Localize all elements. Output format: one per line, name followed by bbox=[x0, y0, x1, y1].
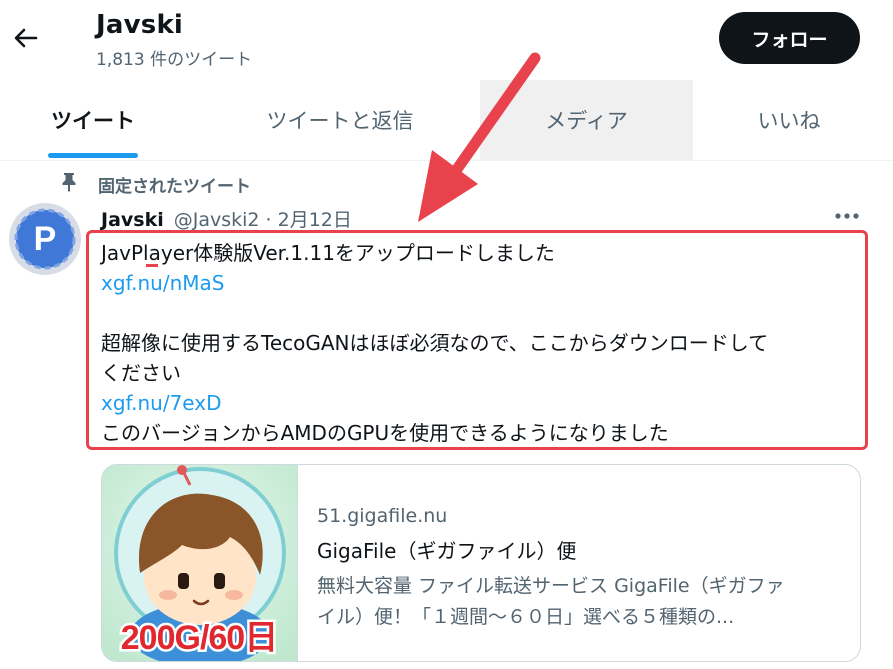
annotation-arrow bbox=[400, 50, 550, 225]
annotation-highlight-box bbox=[86, 230, 868, 450]
card-thumbnail: 200G/60日 bbox=[102, 465, 298, 661]
follow-button[interactable]: フォロー bbox=[719, 12, 860, 64]
back-arrow-icon[interactable] bbox=[10, 22, 42, 54]
pin-icon bbox=[60, 172, 78, 196]
card-description-line: イル）便！「１週間～６０日」選べる５種類の... bbox=[317, 606, 735, 628]
card-description-line: 無料大容量 ファイル転送サービス GigaFile（ギガファ bbox=[317, 575, 785, 597]
tweet-author-name[interactable]: Javski bbox=[101, 209, 164, 231]
thumbnail-text: 200G/60日 bbox=[121, 619, 277, 657]
tweet-author: Javski @Javski2 · 2月12日 bbox=[101, 205, 352, 232]
card-description: 無料大容量 ファイル転送サービス GigaFile（ギガファ イル）便！「１週間… bbox=[317, 571, 842, 633]
tab-tweets[interactable]: ツイート bbox=[0, 80, 186, 160]
card-body: 51.gigafile.nu GigaFile（ギガファイル）便 無料大容量 フ… bbox=[317, 503, 842, 633]
pinned-label: 固定されたツイート bbox=[98, 176, 251, 197]
profile-name: Javski bbox=[96, 10, 184, 40]
more-options-icon[interactable] bbox=[830, 205, 864, 227]
tweet-handle-date[interactable]: @Javski2 · 2月12日 bbox=[174, 205, 352, 232]
active-tab-indicator bbox=[48, 153, 138, 158]
pinned-indicator: 固定されたツイート bbox=[60, 172, 251, 197]
card-domain: 51.gigafile.nu bbox=[317, 505, 448, 527]
tweet-count: 1,813 件のツイート bbox=[96, 50, 253, 70]
annotation-underline bbox=[146, 264, 158, 267]
avatar[interactable]: P bbox=[8, 202, 82, 276]
link-preview-card[interactable]: 200G/60日 51.gigafile.nu GigaFile（ギガファイル）… bbox=[101, 464, 861, 662]
tab-likes[interactable]: いいね bbox=[693, 80, 885, 160]
card-title: GigaFile（ギガファイル）便 bbox=[317, 539, 577, 563]
avatar-letter: P bbox=[34, 220, 57, 258]
